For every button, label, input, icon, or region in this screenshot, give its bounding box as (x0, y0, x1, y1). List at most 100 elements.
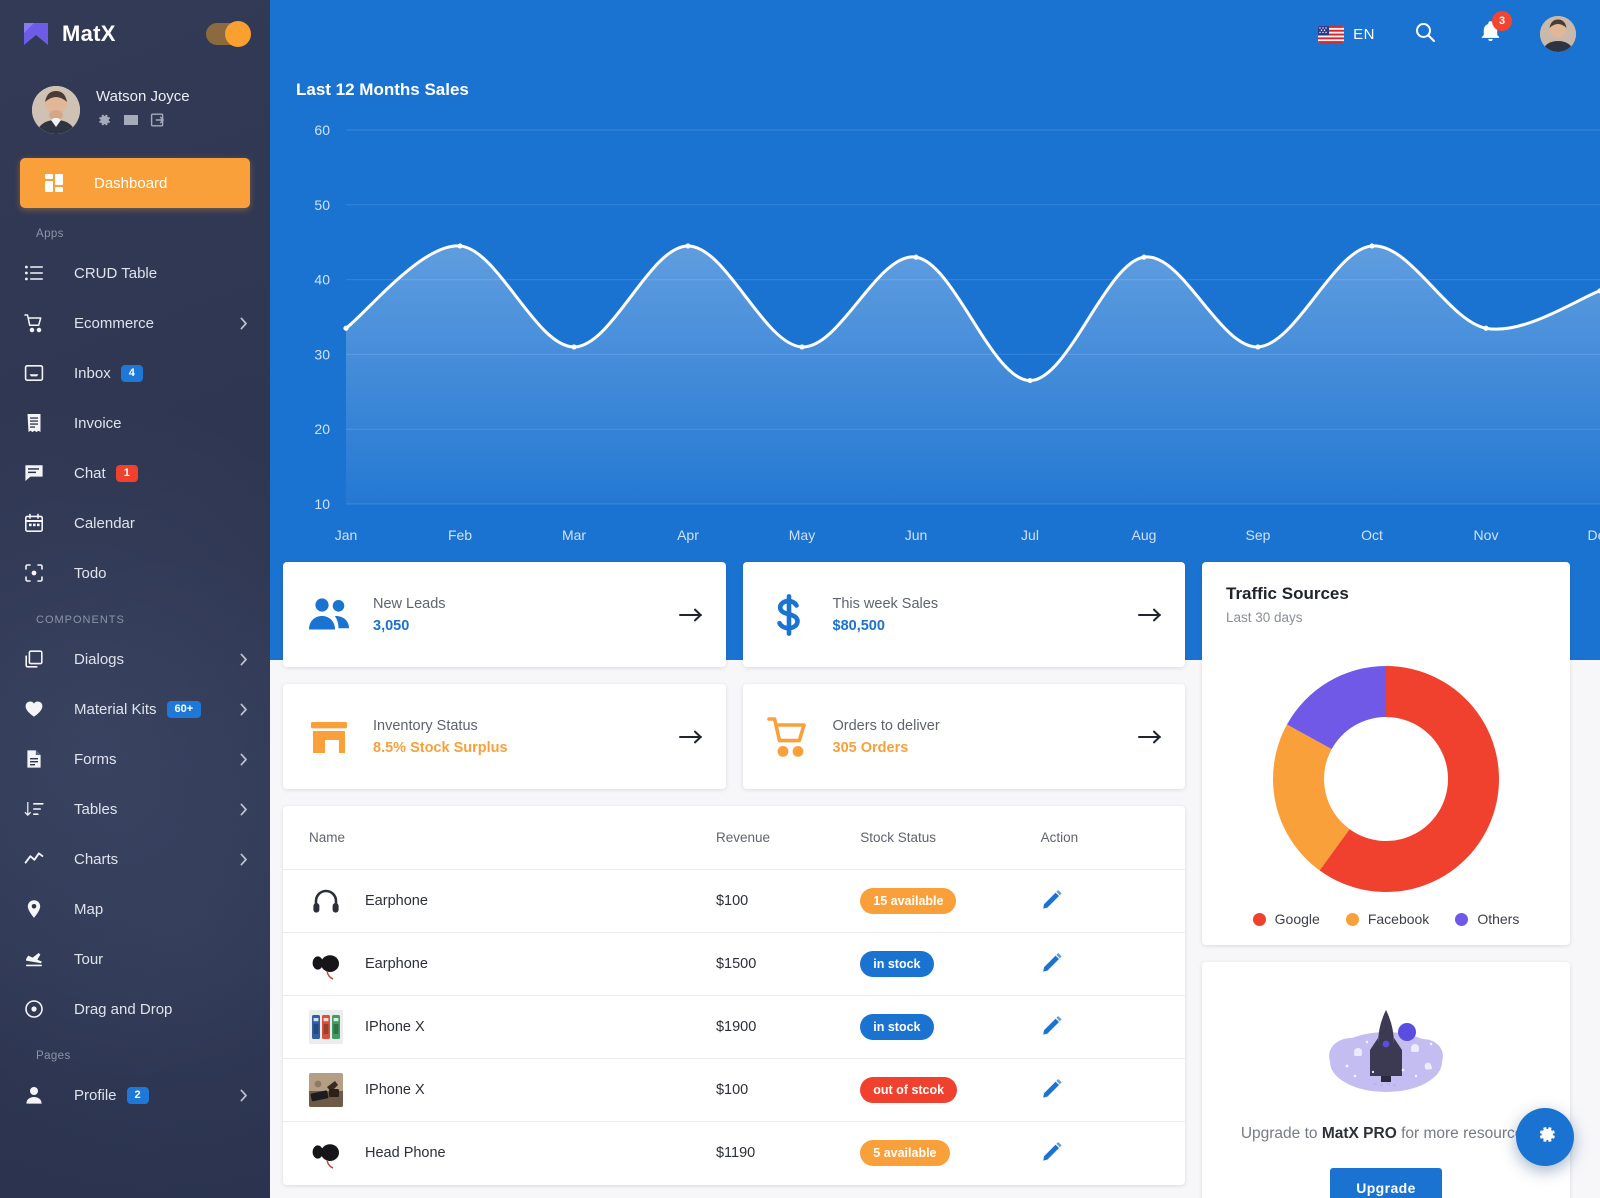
table-row: IPhone X $100 out of stcok (283, 1058, 1185, 1122)
column-header-stock-status: Stock Status (860, 806, 1041, 870)
brand-name: MatX (62, 21, 116, 46)
stat-card-inventory-status[interactable]: Inventory Status 8.5% Stock Surplus (283, 684, 726, 789)
traffic-sources-subtitle: Last 30 days (1226, 610, 1303, 625)
svg-text:10: 10 (314, 496, 330, 512)
product-status-cell: out of stcok (860, 1058, 1041, 1122)
headphone-thumb (309, 884, 343, 918)
legend-color-dot (1252, 912, 1266, 926)
legend-item-others[interactable]: Others (1455, 911, 1519, 927)
arrow-right-icon[interactable] (1137, 727, 1163, 747)
sidebar-item-badge: 60+ (166, 700, 202, 718)
upgrade-button[interactable]: Upgrade (1330, 1168, 1442, 1198)
products-table: Name Revenue Stock Status Action Earphon… (283, 806, 1185, 1185)
sidebar-item-calendar[interactable]: Calendar (0, 498, 270, 548)
status-badge: 15 available (860, 887, 957, 915)
sidebar-item-charts[interactable]: Charts (0, 834, 270, 884)
settings-fab-button[interactable] (1516, 1108, 1574, 1166)
stat-card-value: 8.5% Stock Surplus (373, 739, 508, 756)
stat-card-text: Orders to deliver 305 Orders (833, 718, 1138, 756)
map-pin-icon (24, 899, 44, 919)
traffic-sources-card: Traffic Sources Last 30 days Google Faceb… (1202, 562, 1570, 945)
product-name-cell: IPhone X (283, 1058, 716, 1122)
notification-count-badge: 3 (1492, 11, 1512, 31)
traffic-legend: Google Facebook Others (1202, 901, 1570, 931)
svg-text:Dec: Dec (1588, 527, 1600, 543)
sidebar-item-chat[interactable]: Chat 1 (0, 448, 270, 498)
sidebar-item-ecommerce[interactable]: Ecommerce (0, 298, 270, 348)
gear-icon (1533, 1122, 1558, 1152)
stat-card-orders-to-deliver[interactable]: Orders to deliver 305 Orders (742, 684, 1185, 789)
mail-icon[interactable] (123, 112, 139, 128)
sidebar-item-tour[interactable]: Tour (0, 934, 270, 984)
search-button[interactable] (1413, 20, 1437, 49)
table-body: Earphone $100 15 available Earphone $1500 in … (283, 869, 1185, 1185)
sidebar-item-tables[interactable]: Tables (0, 784, 270, 834)
product-action-cell (1040, 932, 1185, 996)
upgrade-text-bold: MatX PRO (1321, 1125, 1397, 1142)
chat-icon (24, 463, 44, 483)
inbox-icon (24, 363, 44, 383)
sidebar-item-map[interactable]: Map (0, 884, 270, 934)
stat-card-this-week-sales[interactable]: This week Sales $80,500 (742, 562, 1185, 667)
cart-filled-icon (766, 715, 811, 759)
chevron-right-icon (240, 803, 248, 816)
svg-text:Jan: Jan (335, 527, 358, 543)
user-avatar[interactable] (32, 86, 80, 134)
upgrade-text-before: Upgrade to (1240, 1125, 1322, 1142)
svg-text:Mar: Mar (562, 527, 586, 543)
search-icon (1413, 20, 1437, 49)
sidebar-item-label: CRUD Table (74, 264, 158, 282)
notifications-button[interactable]: 3 (1479, 11, 1512, 48)
sidebar-item-dashboard[interactable]: Dashboard (20, 158, 250, 208)
stat-card-value: $80,500 (832, 617, 885, 634)
sidebar-item-badge: 1 (115, 464, 138, 482)
sidebar-item-forms[interactable]: Forms (0, 734, 270, 784)
sidebar-item-dialogs[interactable]: Dialogs (0, 634, 270, 684)
brand-row: MatX (0, 0, 270, 68)
product-action-cell (1040, 1058, 1185, 1122)
list-icon (24, 263, 44, 283)
edit-icon[interactable] (1041, 890, 1063, 914)
edit-icon[interactable] (1041, 953, 1063, 977)
sidebar-item-profile[interactable]: Profile 2 (0, 1070, 270, 1120)
store-icon (307, 715, 351, 759)
user-avatar-small[interactable] (1540, 16, 1576, 52)
sidebar-item-invoice[interactable]: Invoice (0, 398, 270, 448)
svg-text:40: 40 (314, 272, 330, 288)
edit-icon[interactable] (1041, 1142, 1063, 1166)
stat-card-new-leads[interactable]: New Leads 3,050 (283, 562, 726, 667)
product-status-cell: 5 available (860, 1122, 1040, 1185)
traffic-sources-title: Traffic Sources (1226, 584, 1349, 603)
theme-toggle[interactable] (206, 21, 251, 47)
gear-icon[interactable] (96, 112, 112, 128)
table-row: Head Phone $1190 5 available (283, 1122, 1185, 1185)
arrow-right-icon[interactable] (678, 605, 704, 625)
sidebar-item-crud-table[interactable]: CRUD Table (0, 248, 270, 298)
arrow-right-icon[interactable] (678, 727, 704, 747)
legend-item-google[interactable]: Google (1252, 911, 1320, 927)
product-name-cell: Earphone (283, 869, 716, 933)
sidebar-item-todo[interactable]: Todo (0, 548, 270, 598)
sidebar-item-label: Map (74, 900, 104, 918)
legend-label: Facebook (1367, 911, 1430, 927)
edit-icon[interactable] (1041, 1079, 1063, 1103)
svg-text:May: May (789, 527, 815, 543)
svg-text:Feb: Feb (448, 527, 472, 543)
us-flag-icon (1318, 25, 1345, 43)
sidebar-item-material-kits[interactable]: Material Kits 60+ (0, 684, 270, 734)
todo-icon (24, 563, 44, 583)
logout-icon[interactable] (150, 112, 166, 128)
product-action-cell (1040, 869, 1185, 933)
svg-text:Apr: Apr (677, 527, 699, 543)
language-selector[interactable]: EN (1318, 25, 1375, 43)
upgrade-text: Upgrade to MatX PRO for more resources (1226, 1122, 1546, 1146)
product-name: IPhone X (365, 1019, 425, 1035)
sidebar-item-drag-and-drop[interactable]: Drag and Drop (0, 984, 270, 1034)
edit-icon[interactable] (1041, 1016, 1063, 1040)
chevron-right-icon (240, 753, 248, 766)
sidebar-item-inbox[interactable]: Inbox 4 (0, 348, 270, 398)
svg-text:Oct: Oct (1361, 527, 1383, 543)
legend-item-facebook[interactable]: Facebook (1345, 911, 1430, 927)
product-name: IPhone X (365, 1082, 425, 1098)
arrow-right-icon[interactable] (1137, 605, 1163, 625)
